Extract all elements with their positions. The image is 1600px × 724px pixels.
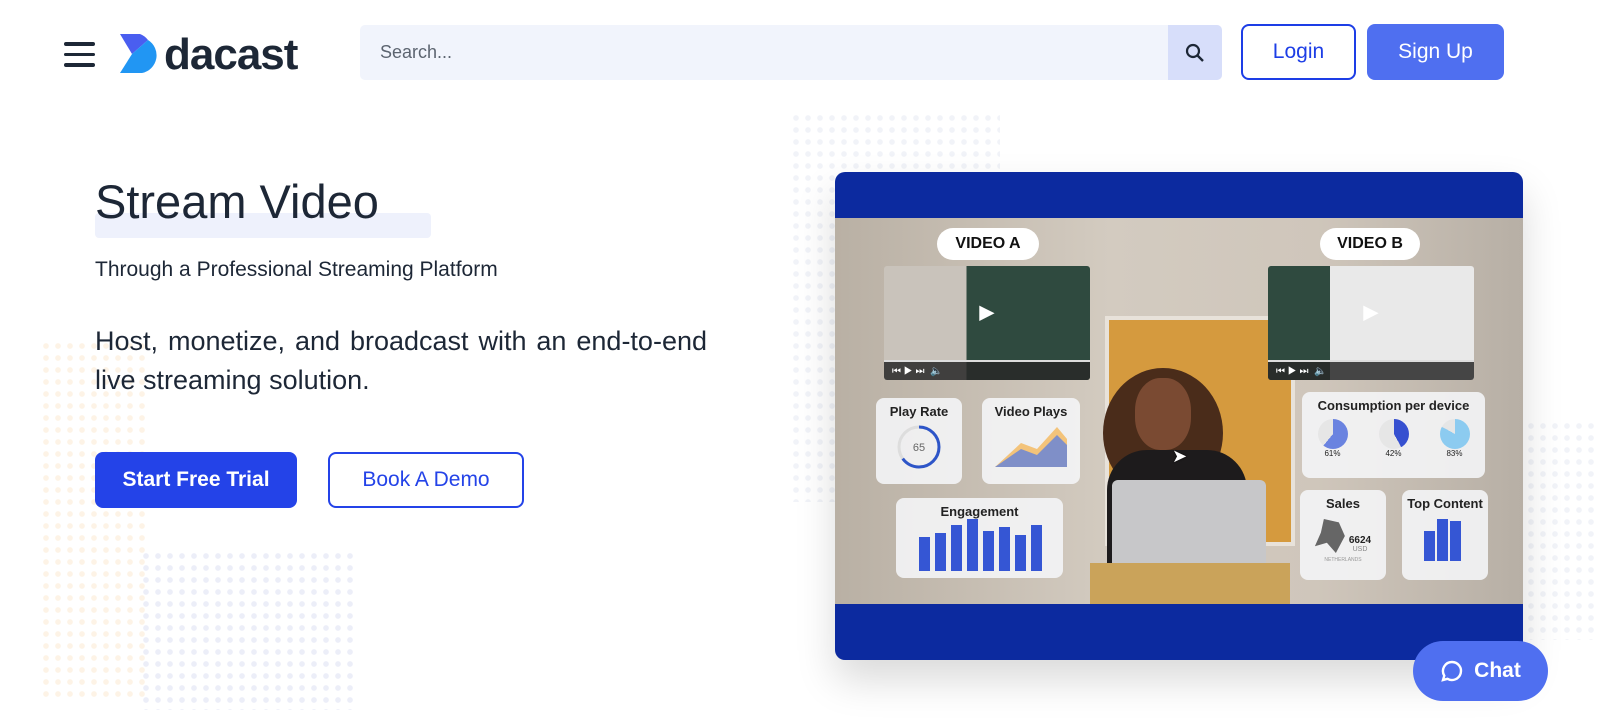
play-rate-title: Play Rate	[889, 404, 949, 419]
video-plays-area-chart	[995, 427, 1067, 467]
engagement-bar-chart	[918, 519, 1042, 571]
chat-icon	[1441, 660, 1463, 682]
video-a-label: VIDEO A	[937, 228, 1039, 260]
sales-title: Sales	[1326, 496, 1360, 511]
map-icon	[1314, 519, 1345, 553]
consumption-card: Consumption per device 61% 42% 83%	[1302, 392, 1485, 478]
search-input[interactable]	[360, 25, 1160, 80]
video-plays-card: Video Plays	[982, 398, 1080, 484]
consumption-title: Consumption per device	[1317, 398, 1470, 413]
play-rate-card: Play Rate 65	[876, 398, 962, 484]
top-content-bar-chart	[1424, 519, 1461, 561]
login-button[interactable]: Login	[1241, 24, 1356, 80]
logo[interactable]: dacast	[118, 30, 298, 80]
menu-icon[interactable]	[64, 42, 95, 74]
hero-description: Host, monetize, and broadcast with an en…	[95, 326, 707, 396]
engagement-card: Engagement	[896, 498, 1063, 578]
top-content-card: Top Content	[1402, 490, 1488, 580]
engagement-title: Engagement	[940, 504, 1019, 519]
decorative-dots	[140, 550, 355, 710]
logo-icon	[120, 34, 157, 73]
video-b-label: VIDEO B	[1320, 228, 1420, 260]
device-stat: 42%	[1378, 419, 1409, 458]
search-icon	[1185, 43, 1204, 62]
page-title: Stream Video	[95, 175, 379, 228]
desk	[1090, 563, 1290, 604]
logo-text: dacast	[164, 30, 298, 79]
play-rate-gauge: 65	[897, 425, 941, 469]
start-free-trial-button[interactable]: Start Free Trial	[95, 452, 297, 508]
player-controls[interactable]: ⏮ ▶ ⏭ 🔈	[884, 360, 1090, 380]
video-plays-title: Video Plays	[994, 404, 1068, 419]
page-subtitle: Through a Professional Streaming Platfor…	[95, 258, 498, 281]
video-a-player[interactable]: ▶ ⏮ ▶ ⏭ 🔈	[884, 266, 1090, 380]
play-icon[interactable]: ▶	[1363, 299, 1378, 324]
top-content-title: Top Content	[1407, 496, 1483, 511]
hero-video[interactable]: VIDEO A VIDEO B ▶ ⏮ ▶ ⏭ 🔈 ▶ ⏮ ▶ ⏭ 🔈 Play…	[835, 172, 1523, 660]
play-icon[interactable]: ▶	[979, 299, 994, 324]
sales-card: Sales 6624 USD NETHERLANDS	[1300, 490, 1386, 580]
cursor-icon: ➤	[1172, 446, 1188, 466]
decorative-dots	[1525, 420, 1600, 640]
chat-label: Chat	[1474, 659, 1521, 682]
search-bar	[360, 25, 1222, 80]
player-controls[interactable]: ⏮ ▶ ⏭ 🔈	[1268, 360, 1474, 380]
device-stat: 61%	[1317, 419, 1348, 458]
book-demo-button[interactable]: Book A Demo	[328, 452, 524, 508]
person-face	[1135, 378, 1191, 450]
video-scene: VIDEO A VIDEO B ▶ ⏮ ▶ ⏭ 🔈 ▶ ⏮ ▶ ⏭ 🔈 Play…	[835, 218, 1523, 604]
play-rate-value: 65	[913, 442, 925, 454]
device-stat: 83%	[1439, 419, 1470, 458]
signup-button[interactable]: Sign Up	[1367, 24, 1504, 80]
search-button[interactable]	[1168, 25, 1222, 80]
chat-button[interactable]: Chat	[1413, 641, 1548, 701]
video-b-player[interactable]: ▶ ⏮ ▶ ⏭ 🔈	[1268, 266, 1474, 380]
